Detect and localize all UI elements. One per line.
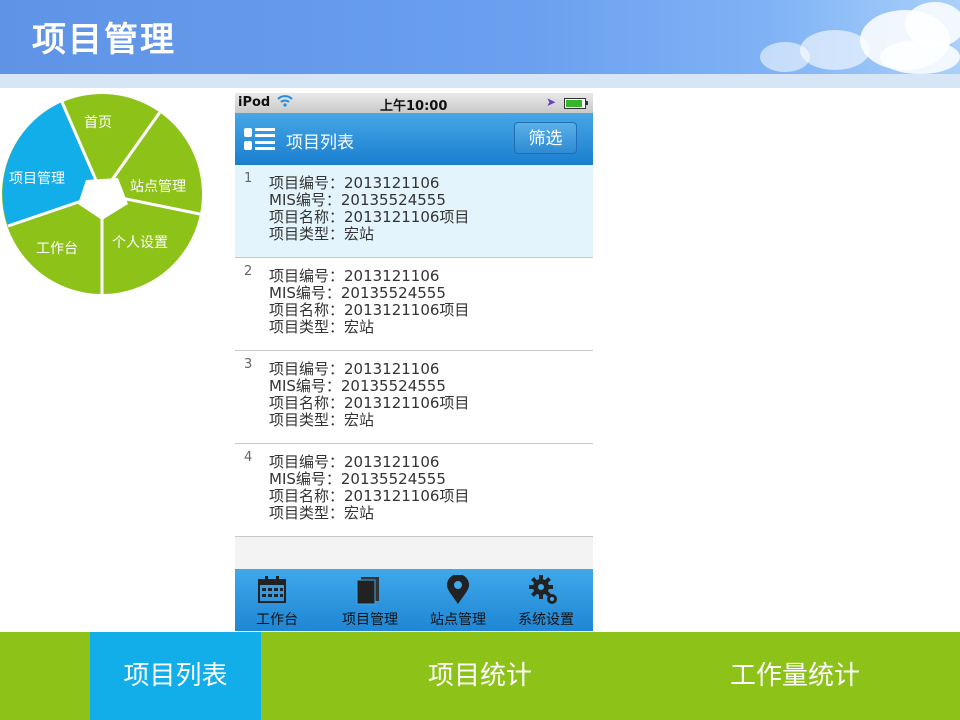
tab-project-list[interactable]: 项目列表 xyxy=(90,632,261,720)
phone-screen: iPod 上午10:00 ➤ 项目列表 筛选 1 项目编号：2013121106… xyxy=(235,93,593,631)
project-type: 项目类型：宏站 xyxy=(269,411,375,429)
map-pin-icon xyxy=(447,575,469,604)
project-name: 项目名称：2013121106项目 xyxy=(269,208,470,226)
bottom-tab-bar: 项目列表 项目统计 工作量统计 xyxy=(0,632,960,720)
pie-menu: 首页 站点管理 个人设置 工作台 项目管理 xyxy=(0,92,204,296)
mis-code: MIS编号：20135524555 xyxy=(269,377,446,395)
tab-workload-stats[interactable]: 工作量统计 xyxy=(690,632,900,720)
pie-item-site[interactable]: 站点管理 xyxy=(130,176,186,196)
wifi-icon xyxy=(277,94,293,112)
list-item[interactable]: 4 项目编号：2013121106 MIS编号：20135524555 项目名称… xyxy=(235,444,593,537)
project-type: 项目类型：宏站 xyxy=(269,225,375,243)
banner-strip xyxy=(0,74,960,88)
item-number: 2 xyxy=(244,264,253,279)
filter-button[interactable]: 筛选 xyxy=(514,122,577,154)
project-code: 项目编号：2013121106 xyxy=(269,174,440,192)
project-code: 项目编号：2013121106 xyxy=(269,267,440,285)
pie-item-home[interactable]: 首页 xyxy=(84,112,112,132)
nav-title: 项目列表 xyxy=(286,133,354,153)
header-banner: 项目管理 xyxy=(0,0,960,74)
document-icon xyxy=(356,577,379,605)
location-arrow-icon: ➤ xyxy=(546,95,557,109)
list-item[interactable]: 1 项目编号：2013121106 MIS编号：20135524555 项目名称… xyxy=(235,165,593,258)
project-type: 项目类型：宏站 xyxy=(269,504,375,522)
project-list: 1 项目编号：2013121106 MIS编号：20135524555 项目名称… xyxy=(235,165,593,537)
list-item[interactable]: 2 项目编号：2013121106 MIS编号：20135524555 项目名称… xyxy=(235,258,593,351)
project-code: 项目编号：2013121106 xyxy=(269,360,440,378)
tab-settings[interactable]: 系统设置 xyxy=(501,569,591,631)
gear-icon xyxy=(529,575,557,604)
pie-item-workbench[interactable]: 工作台 xyxy=(36,238,78,258)
calendar-icon xyxy=(258,576,286,603)
mis-code: MIS编号：20135524555 xyxy=(269,191,446,209)
tab-label: 工作台 xyxy=(256,612,298,628)
tab-project[interactable]: 项目管理 xyxy=(325,569,415,631)
battery-icon xyxy=(564,98,586,109)
status-time: 上午10:00 xyxy=(380,99,448,114)
mis-code: MIS编号：20135524555 xyxy=(269,284,446,302)
list-icon xyxy=(244,128,275,150)
item-number: 4 xyxy=(244,450,253,465)
carrier-label: iPod xyxy=(238,95,271,110)
tab-workbench[interactable]: 工作台 xyxy=(235,569,325,631)
project-type: 项目类型：宏站 xyxy=(269,318,375,336)
tab-label: 项目管理 xyxy=(342,612,398,628)
page-title: 项目管理 xyxy=(32,20,176,60)
phone-tab-bar: 工作台 项目管理 站点管理 系统设置 xyxy=(235,569,593,631)
tab-label: 站点管理 xyxy=(430,612,486,628)
pie-item-project[interactable]: 项目管理 xyxy=(9,168,65,188)
tab-site[interactable]: 站点管理 xyxy=(413,569,503,631)
item-number: 1 xyxy=(244,171,253,186)
project-name: 项目名称：2013121106项目 xyxy=(269,487,470,505)
mis-code: MIS编号：20135524555 xyxy=(269,470,446,488)
tab-label: 系统设置 xyxy=(518,612,574,628)
pie-item-personal[interactable]: 个人设置 xyxy=(112,232,168,252)
tab-project-stats[interactable]: 项目统计 xyxy=(375,632,585,720)
project-name: 项目名称：2013121106项目 xyxy=(269,394,470,412)
status-bar: iPod 上午10:00 ➤ xyxy=(235,93,593,114)
list-item[interactable]: 3 项目编号：2013121106 MIS编号：20135524555 项目名称… xyxy=(235,351,593,444)
project-name: 项目名称：2013121106项目 xyxy=(269,301,470,319)
item-number: 3 xyxy=(244,357,253,372)
nav-bar: 项目列表 筛选 xyxy=(235,113,593,165)
project-code: 项目编号：2013121106 xyxy=(269,453,440,471)
